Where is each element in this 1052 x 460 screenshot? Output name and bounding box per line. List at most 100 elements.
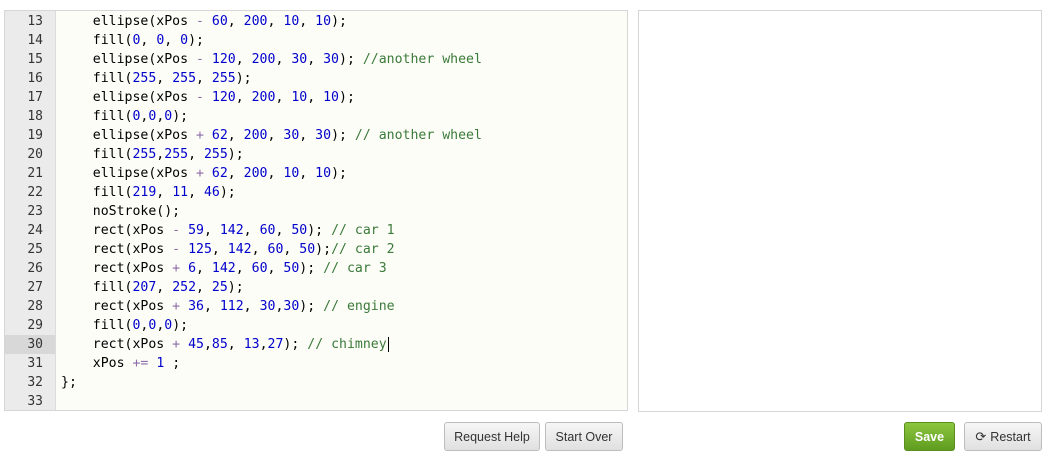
code-token: , <box>156 185 173 200</box>
code-line[interactable]: 25 rect(xPos - 125, 142, 60, 50);// car … <box>5 240 627 259</box>
line-number: 17 <box>27 90 43 105</box>
code-line[interactable]: 26 rect(xPos + 6, 142, 60, 50); // car 3 <box>5 259 627 278</box>
line-code: ellipse(xPos - 120, 200, 10, 10); <box>61 88 355 107</box>
line-code: xPos += 1 ; <box>61 354 180 373</box>
code-line[interactable]: 29 fill(0,0,0); <box>5 316 627 335</box>
save-button[interactable]: Save <box>904 422 955 451</box>
code-editor[interactable]: 13 ellipse(xPos - 60, 200, 10, 10); 14 fi… <box>4 10 628 411</box>
code-line[interactable]: 13 ellipse(xPos - 60, 200, 10, 10); <box>5 12 627 31</box>
line-number: 18 <box>27 109 43 124</box>
code-line[interactable]: 24 rect(xPos - 59, 142, 60, 50); // car … <box>5 221 627 240</box>
code-token: 125 <box>188 242 212 257</box>
code-token: , <box>227 128 244 143</box>
code-token: // car 1 <box>331 223 395 238</box>
line-code: rect(xPos + 36, 112, 30,30); // engine <box>61 297 395 316</box>
line-number: 26 <box>27 261 43 276</box>
code-line[interactable]: 19 ellipse(xPos + 62, 200, 30, 30); // a… <box>5 126 627 145</box>
code-line[interactable]: 33 <box>5 392 627 410</box>
code-token: 142 <box>211 261 236 276</box>
line-code: }; <box>61 373 77 392</box>
code-token: 30 <box>283 128 300 143</box>
line-number: 13 <box>27 14 43 29</box>
code-token: fill( <box>61 280 133 295</box>
line-number: 19 <box>27 128 43 143</box>
code-token: , <box>196 261 212 276</box>
code-line[interactable]: 17 ellipse(xPos - 120, 200, 10, 10); <box>5 88 627 107</box>
code-token: ellipse(xPos <box>61 166 196 181</box>
code-token: rect(xPos <box>61 337 173 352</box>
request-help-button[interactable]: Request Help <box>444 422 540 451</box>
code-token: + <box>195 128 204 143</box>
code-token: , <box>243 299 260 314</box>
code-token: 60 <box>211 14 228 29</box>
restart-button[interactable]: ⟳ Restart <box>964 422 1042 451</box>
code-line[interactable]: 21 ellipse(xPos + 62, 200, 10, 10); <box>5 164 627 183</box>
code-token: // another wheel <box>354 128 482 143</box>
code-token: , <box>307 90 324 105</box>
code-token: 142 <box>219 223 244 238</box>
line-code: ellipse(xPos - 120, 200, 30, 30); //anot… <box>61 50 482 69</box>
line-number: 33 <box>27 394 43 409</box>
code-token: 6 <box>188 261 197 276</box>
code-token: ); <box>307 223 332 238</box>
line-code: fill(219, 11, 46); <box>61 183 236 202</box>
code-token: 60 <box>251 261 268 276</box>
code-token: , <box>235 90 252 105</box>
code-lines[interactable]: 13 ellipse(xPos - 60, 200, 10, 10); 14 fi… <box>5 12 627 410</box>
code-token: 30 <box>291 52 308 67</box>
code-token: 60 <box>267 242 284 257</box>
code-token: 30 <box>283 299 300 314</box>
code-token: 120 <box>211 52 236 67</box>
restart-label: Restart <box>990 429 1031 444</box>
code-line[interactable]: 23 noStroke(); <box>5 202 627 221</box>
code-token: ); <box>331 166 347 181</box>
code-line[interactable]: 27 fill(207, 252, 25); <box>5 278 627 297</box>
output-canvas[interactable] <box>638 10 1042 412</box>
code-token: ); <box>172 109 189 124</box>
code-token: ellipse(xPos <box>61 14 196 29</box>
line-code: rect(xPos - 59, 142, 60, 50); // car 1 <box>61 221 395 240</box>
code-token: }; <box>61 375 77 390</box>
code-token: + <box>172 261 181 276</box>
code-token: // engine <box>323 299 395 314</box>
code-token: 10 <box>291 90 308 105</box>
line-code: ellipse(xPos + 62, 200, 30, 30); // anot… <box>61 126 482 145</box>
code-token: , <box>267 261 284 276</box>
code-token: 255 <box>164 147 189 162</box>
code-line[interactable]: 30 rect(xPos + 45,85, 13,27); // chimney <box>5 335 627 354</box>
line-code: fill(255,255, 255); <box>61 145 244 164</box>
code-line[interactable]: 32}; <box>5 373 627 392</box>
code-token: , <box>299 128 316 143</box>
code-token: , <box>235 52 252 67</box>
code-line[interactable]: 15 ellipse(xPos - 120, 200, 30, 30); //a… <box>5 50 627 69</box>
code-token: fill( <box>61 185 133 200</box>
code-token: 10 <box>315 166 332 181</box>
code-line[interactable]: 16 fill(255, 255, 255); <box>5 69 627 88</box>
code-token: - <box>195 14 204 29</box>
code-token: // car 2 <box>331 242 395 257</box>
code-token: 10 <box>323 90 339 105</box>
code-token: + <box>172 299 181 314</box>
code-line[interactable]: 18 fill(0,0,0); <box>5 107 627 126</box>
code-token: rect(xPos <box>61 223 173 238</box>
start-over-label: Start Over <box>555 429 613 444</box>
code-line[interactable]: 22 fill(219, 11, 46); <box>5 183 627 202</box>
start-over-button[interactable]: Start Over <box>545 422 623 451</box>
line-number: 21 <box>27 166 43 181</box>
text-cursor <box>387 336 389 352</box>
code-line[interactable]: 28 rect(xPos + 36, 112, 30,30); // engin… <box>5 297 627 316</box>
code-line[interactable]: 20 fill(255,255, 255); <box>5 145 627 164</box>
line-number: 22 <box>27 185 43 200</box>
code-token: , <box>156 71 173 86</box>
code-token: 36 <box>188 299 204 314</box>
code-token: ); <box>283 337 308 352</box>
code-token: 255 <box>132 147 157 162</box>
code-token: , <box>235 261 252 276</box>
code-token: rect(xPos <box>61 242 173 257</box>
code-line[interactable]: 14 fill(0, 0, 0); <box>5 31 627 50</box>
code-token: , <box>188 185 204 200</box>
code-line[interactable]: 31 xPos += 1 ; <box>5 354 627 373</box>
